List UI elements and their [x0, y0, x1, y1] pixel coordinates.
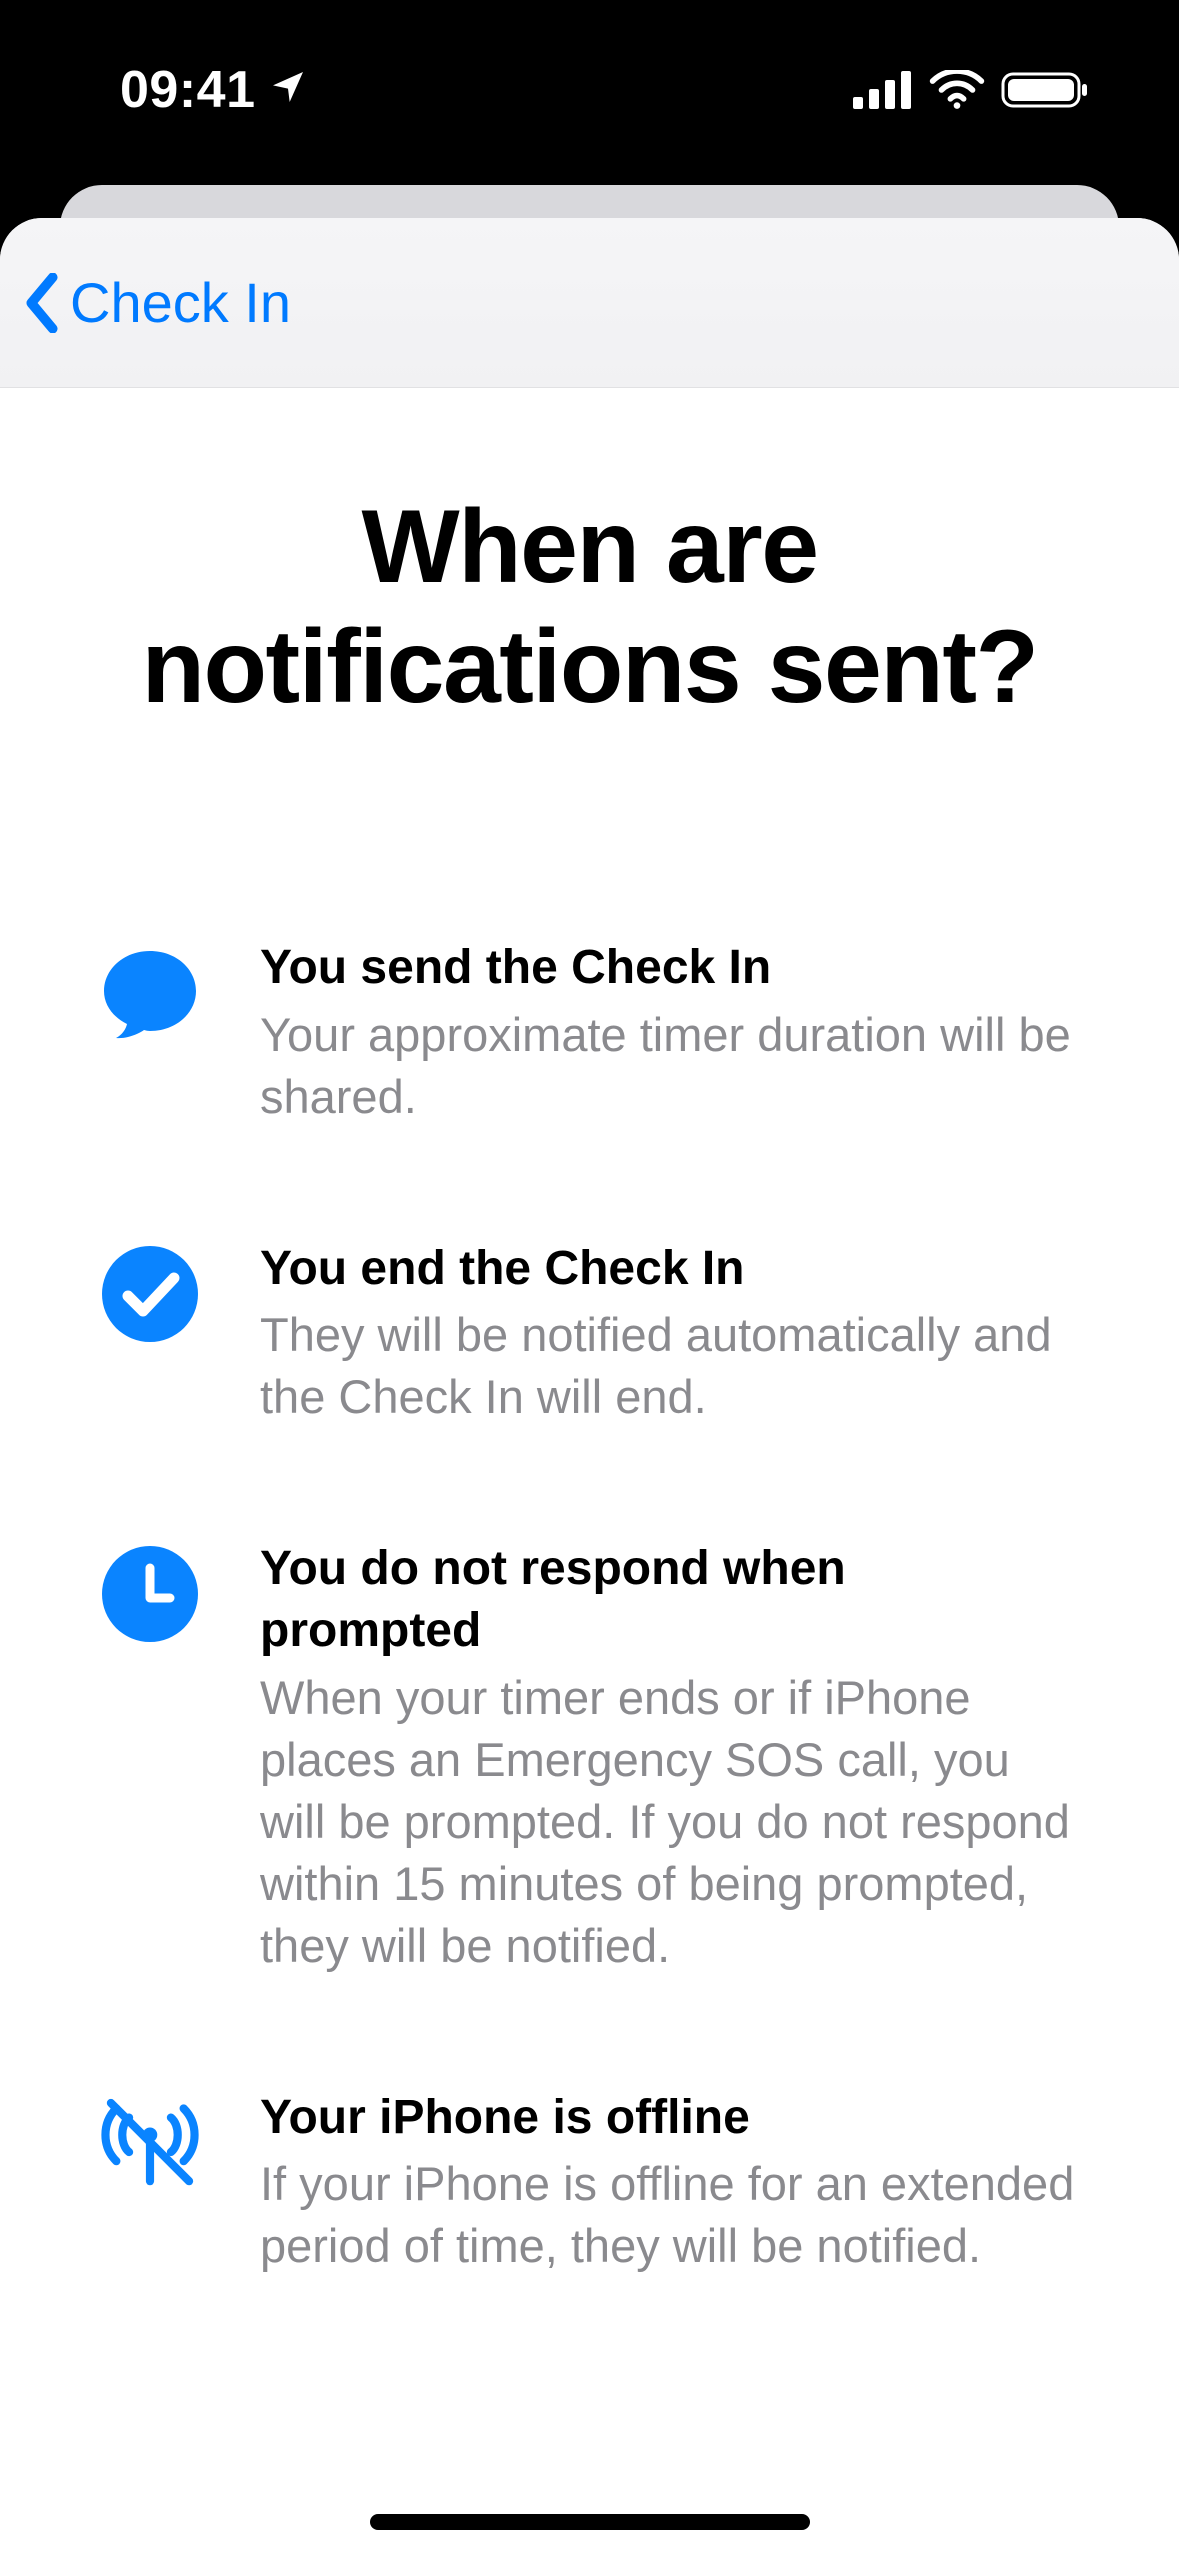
list-item-desc: When your timer ends or if iPhone places… — [260, 1667, 1079, 1977]
list-item-text: You end the Check In They will be notifi… — [260, 1238, 1079, 1428]
wifi-icon — [929, 70, 985, 110]
content-area: When are notifications sent? You send th… — [0, 388, 1179, 2556]
list-item: Your iPhone is offline If your iPhone is… — [100, 2087, 1079, 2277]
home-indicator[interactable] — [370, 2514, 810, 2530]
location-icon — [268, 60, 308, 120]
list-item-title: You do not respond when prompted — [260, 1538, 1079, 1663]
list-item-text: Your iPhone is offline If your iPhone is… — [260, 2087, 1079, 2277]
list-item-title: Your iPhone is offline — [260, 2087, 1079, 2149]
checkmark-circle-icon — [100, 1244, 200, 1344]
status-right — [853, 70, 1089, 110]
list-item-title: You end the Check In — [260, 1238, 1079, 1300]
offline-icon — [100, 2093, 200, 2193]
chevron-left-icon — [22, 273, 62, 333]
list-item: You do not respond when prompted When yo… — [100, 1538, 1079, 1977]
page-title: When are notifications sent? — [100, 488, 1079, 727]
list-item-title: You send the Check In — [260, 937, 1079, 999]
message-bubble-icon — [100, 943, 200, 1043]
battery-icon — [1001, 70, 1089, 110]
cellular-icon — [853, 71, 913, 109]
list-item-desc: Your approximate timer duration will be … — [260, 1004, 1079, 1128]
status-left: 09:41 — [120, 60, 308, 120]
list-item-text: You do not respond when prompted When yo… — [260, 1538, 1079, 1977]
status-time: 09:41 — [120, 60, 256, 120]
list-item-desc: They will be notified automatically and … — [260, 1304, 1079, 1428]
list-item-desc: If your iPhone is offline for an extende… — [260, 2153, 1079, 2277]
back-button[interactable]: Check In — [22, 270, 291, 335]
list-item: You send the Check In Your approximate t… — [100, 937, 1079, 1127]
status-bar: 09:41 — [0, 0, 1179, 180]
list-item: You end the Check In They will be notifi… — [100, 1238, 1079, 1428]
list-item-text: You send the Check In Your approximate t… — [260, 937, 1079, 1127]
clock-icon — [100, 1544, 200, 1644]
nav-bar: Check In — [0, 218, 1179, 388]
modal-sheet: Check In When are notifications sent? Yo… — [0, 218, 1179, 2556]
back-button-label: Check In — [70, 270, 291, 335]
